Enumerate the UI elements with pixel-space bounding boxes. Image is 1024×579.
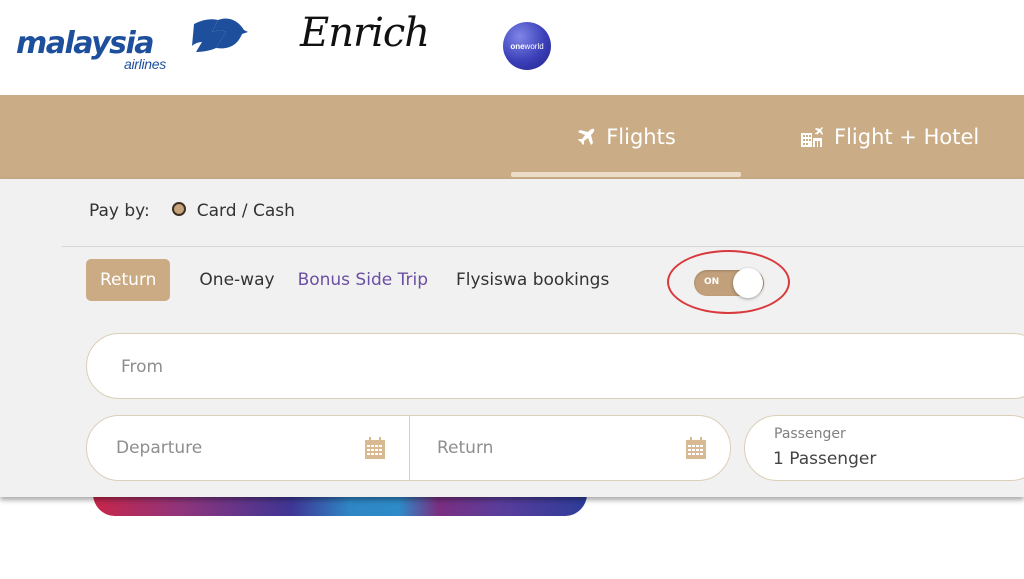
airline-logo-sub: airlines: [124, 56, 166, 72]
tab-flights[interactable]: Flights: [511, 95, 741, 179]
return-date-field[interactable]: Return: [437, 438, 493, 458]
trip-type-oneway[interactable]: One-way: [199, 270, 274, 290]
from-field[interactable]: From: [86, 333, 1024, 399]
card-cash-label[interactable]: Card / Cash: [197, 201, 295, 221]
divider: [62, 246, 1024, 247]
flysiswa-bookings-label: Flysiswa bookings: [456, 270, 610, 290]
date-separator: [409, 416, 410, 480]
date-range-field: Departure Return: [86, 415, 731, 481]
trip-type-return-button[interactable]: Return: [86, 259, 171, 301]
tab-flight-hotel[interactable]: Flight + Hotel: [800, 95, 1024, 179]
enrich-logo[interactable]: Enrich: [300, 10, 430, 56]
tab-flight-hotel-label: Flight + Hotel: [834, 125, 980, 149]
oneworld-logo[interactable]: one world: [503, 22, 551, 70]
calendar-icon[interactable]: [685, 436, 707, 464]
passenger-selector[interactable]: Passenger 1 Passenger: [744, 415, 1024, 481]
from-placeholder: From: [121, 357, 164, 377]
logo-bar: malaysia airlines Enrich one world: [0, 0, 1024, 95]
pay-by-row: Pay by: Card / Cash: [89, 201, 295, 221]
passenger-value: 1 Passenger: [773, 449, 877, 469]
malaysia-airlines-logo[interactable]: malaysia airlines: [16, 14, 248, 74]
booking-panel: Pay by: Card / Cash Return One-way Bonus…: [0, 179, 1024, 497]
toggle-state-label: ON: [704, 277, 720, 287]
trip-type-selector: Return One-way Bonus Side Trip Flysiswa …: [86, 259, 609, 301]
wau-kite-icon: [192, 18, 248, 52]
departure-field[interactable]: Departure: [116, 438, 202, 458]
calendar-icon[interactable]: [364, 436, 386, 464]
plane-icon: [576, 127, 596, 147]
card-cash-radio[interactable]: [171, 202, 186, 216]
page: malaysia airlines Enrich one world Flight…: [0, 0, 1024, 579]
oneworld-logo-rest: world: [524, 41, 544, 51]
pay-by-label: Pay by:: [89, 201, 150, 221]
flysiswa-toggle[interactable]: ON: [694, 268, 764, 298]
tab-flights-label: Flights: [606, 125, 676, 149]
toggle-knob[interactable]: [733, 268, 763, 298]
trip-type-bonus-side-trip[interactable]: Bonus Side Trip: [298, 270, 428, 290]
hotel-plane-icon: [800, 126, 824, 148]
oneworld-logo-bold: one: [510, 41, 525, 51]
active-tab-indicator: [511, 172, 741, 177]
booking-tab-bar: Flights Flight + Hotel: [0, 95, 1024, 179]
passenger-label: Passenger: [774, 426, 846, 442]
